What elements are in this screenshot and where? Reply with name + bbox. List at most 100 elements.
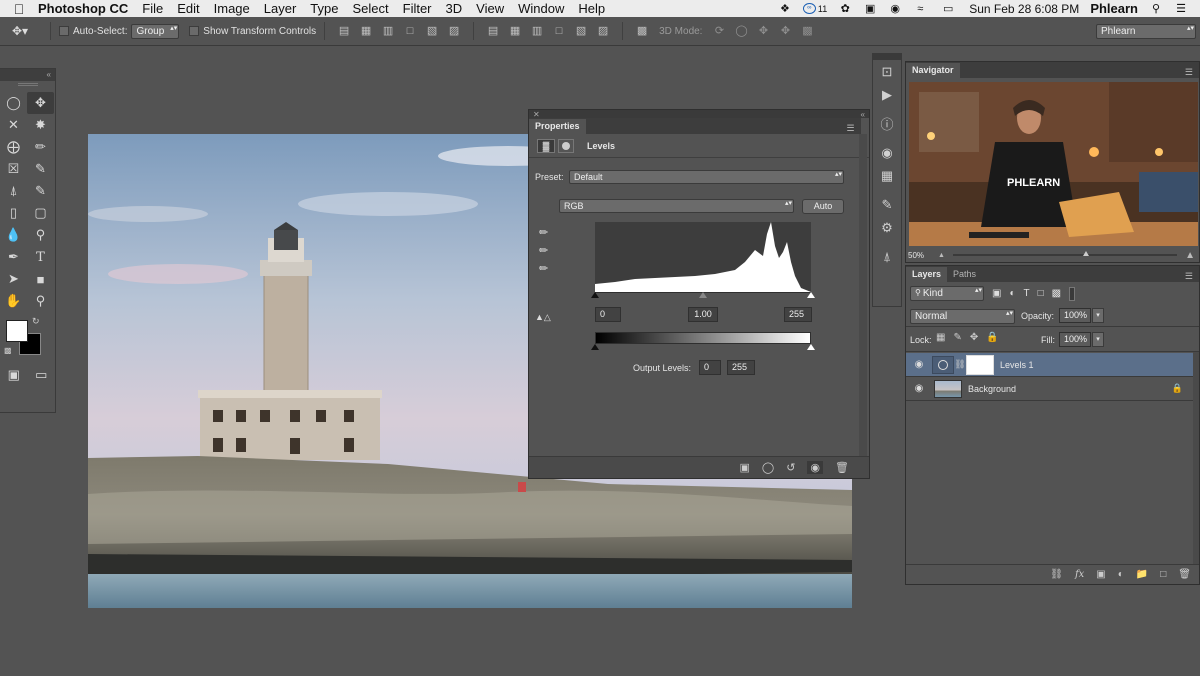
mask-icon[interactable] (558, 138, 574, 153)
apple-icon[interactable]:  (0, 1, 38, 17)
layer-name[interactable]: Levels 1 (1000, 360, 1034, 370)
filter-adjustment-icon[interactable]: ◐ (1009, 288, 1015, 299)
panel-menu-icon[interactable]: ☰ (846, 123, 854, 134)
actions-icon[interactable]: ▶ (873, 83, 901, 106)
delete-adjustment-icon[interactable]: 🗑 (835, 461, 849, 474)
layers-scrollbar[interactable] (1193, 352, 1199, 564)
zoom-out-icon[interactable]: ▲ (938, 252, 945, 259)
battery-icon[interactable]: ▭ (938, 3, 958, 15)
gray-point-eyedropper-icon[interactable]: ✏ (539, 244, 548, 257)
gradient-tool-icon[interactable]: ▢ (27, 202, 54, 224)
link-icon[interactable]: ⛓ (954, 359, 966, 370)
hand-tool-icon[interactable]: ✋ (0, 290, 27, 312)
lock-pixels-icon[interactable]: ✎ (953, 332, 961, 343)
distribute-left-icon[interactable]: □ (552, 24, 566, 38)
output-black-slider[interactable] (591, 344, 599, 350)
input-white-field[interactable]: 255 (784, 307, 812, 322)
brush-tool-icon[interactable]: ✎ (27, 158, 54, 180)
menu-type[interactable]: Type (310, 1, 338, 16)
visibility-eye-icon[interactable]: ◉ (906, 383, 932, 394)
filter-toggle[interactable] (1069, 286, 1076, 301)
distribute-top-icon[interactable]: ▤ (486, 24, 500, 38)
zoom-tool-icon[interactable]: ⚲ (27, 290, 54, 312)
marquee-tool-icon[interactable]: ◯ (0, 92, 27, 114)
user-name[interactable]: Phlearn (1090, 1, 1138, 16)
workspace-dropdown[interactable]: Phlearn (1096, 23, 1196, 39)
tools-panel-header[interactable]: « (0, 69, 55, 81)
eraser-tool-icon[interactable]: ▯ (0, 202, 27, 224)
dropbox-icon[interactable]: ❖ (778, 3, 792, 15)
show-transform-checkbox[interactable] (189, 26, 200, 36)
type-tool-icon[interactable]: T (27, 246, 54, 268)
3d-icon[interactable]: ◉ (873, 141, 901, 164)
delete-layer-icon[interactable]: 🗑 (1178, 569, 1191, 580)
fill-dropdown-arrow[interactable]: ▾ (1092, 332, 1104, 347)
history-brush-tool-icon[interactable]: ✎ (27, 180, 54, 202)
magic-wand-tool-icon[interactable]: ✸ (27, 114, 54, 136)
move-tool-icon[interactable]: ✥ (27, 92, 54, 114)
dodge-tool-icon[interactable]: ⚲ (27, 224, 54, 246)
screen-mode-icon[interactable]: ▭ (28, 364, 55, 386)
spotlight-icon[interactable]: ⚲ (1149, 3, 1163, 15)
filter-kind-dropdown[interactable]: ⚲ Kind (910, 286, 984, 301)
collapse-icon[interactable]: « (861, 110, 865, 119)
distribute-hcenter-icon[interactable]: ▧ (574, 24, 588, 38)
auto-button[interactable]: Auto (802, 199, 844, 214)
menu-window[interactable]: Window (518, 1, 564, 16)
input-gray-slider[interactable] (699, 292, 707, 298)
clone-stamp-tool-icon[interactable]: ⍋ (0, 180, 27, 202)
navigator-preview[interactable]: PHLEARN (909, 82, 1198, 246)
flower-icon[interactable]: ✿ (838, 3, 852, 15)
distribute-right-icon[interactable]: ▨ (596, 24, 610, 38)
blend-mode-dropdown[interactable]: Normal (910, 309, 1015, 324)
adjustments-icon[interactable]: ⚙ (873, 216, 901, 239)
tab-navigator[interactable]: Navigator (906, 63, 960, 78)
crop-tool-icon[interactable]: ⨁ (0, 136, 27, 158)
new-adjustment-layer-icon[interactable]: ◐ (1118, 569, 1124, 580)
healing-brush-tool-icon[interactable]: ☒ (0, 158, 27, 180)
filter-type-icon[interactable]: T (1024, 288, 1030, 299)
filter-pixel-icon[interactable]: ▣ (992, 288, 1001, 299)
menu-help[interactable]: Help (578, 1, 605, 16)
history-icon[interactable]: ⊡ (873, 60, 901, 83)
align-top-icon[interactable]: ▤ (337, 24, 351, 38)
input-white-slider[interactable] (807, 292, 815, 298)
input-gamma-field[interactable]: 1.00 (688, 307, 718, 322)
lock-position-icon[interactable]: ✥ (970, 332, 978, 343)
layer-name[interactable]: Background (968, 384, 1016, 394)
reset-icon[interactable]: ↺ (786, 461, 795, 474)
align-hcenter-icon[interactable]: ▧ (425, 24, 439, 38)
output-white-slider[interactable] (807, 344, 815, 350)
menu-3d[interactable]: 3D (446, 1, 463, 16)
layer-mask-thumbnail[interactable] (966, 354, 994, 375)
layer-thumbnail[interactable] (934, 379, 962, 398)
zoom-slider-handle[interactable] (1082, 251, 1089, 256)
zoom-slider[interactable] (952, 251, 1178, 256)
calculate-histogram-warning-icon[interactable]: ▲△ (535, 312, 551, 323)
swatches-icon[interactable]: ▦ (873, 164, 901, 187)
fx-icon[interactable]: fx (1075, 569, 1084, 580)
info-icon[interactable]: ⓘ (873, 112, 901, 135)
clip-to-layer-icon[interactable]: ▣ (739, 461, 749, 474)
distribute-vcenter-icon[interactable]: ▦ (508, 24, 522, 38)
opacity-field[interactable]: 100% (1059, 308, 1091, 323)
eyedropper-tool-icon[interactable]: ✏ (27, 136, 54, 158)
toggle-visibility-icon[interactable]: ◉ (807, 461, 824, 474)
rectangle-tool-icon[interactable]: ■ (27, 268, 54, 290)
auto-select-dropdown[interactable]: Group (131, 23, 180, 39)
output-white-field[interactable]: 255 (727, 360, 755, 375)
cc-icon[interactable]: ∞ 11 (802, 3, 827, 14)
menu-file[interactable]: File (142, 1, 163, 16)
zoom-value[interactable]: 50% (908, 251, 938, 260)
move-tool-preset-icon[interactable]: ✥▾ (12, 24, 42, 38)
properties-scrollbar[interactable] (859, 134, 867, 456)
close-icon[interactable]: ✕ (533, 110, 540, 119)
swap-colors-icon[interactable]: ↻ (32, 316, 40, 327)
menu-layer[interactable]: Layer (264, 1, 297, 16)
align-left-icon[interactable]: □ (403, 24, 417, 38)
menu-select[interactable]: Select (352, 1, 388, 16)
layer-row-background[interactable]: ◉ Background 🔒 (906, 377, 1193, 401)
preset-dropdown[interactable]: Default (569, 170, 844, 184)
quick-mask-icon[interactable]: ▣ (0, 364, 27, 386)
auto-select-checkbox[interactable] (59, 26, 69, 36)
